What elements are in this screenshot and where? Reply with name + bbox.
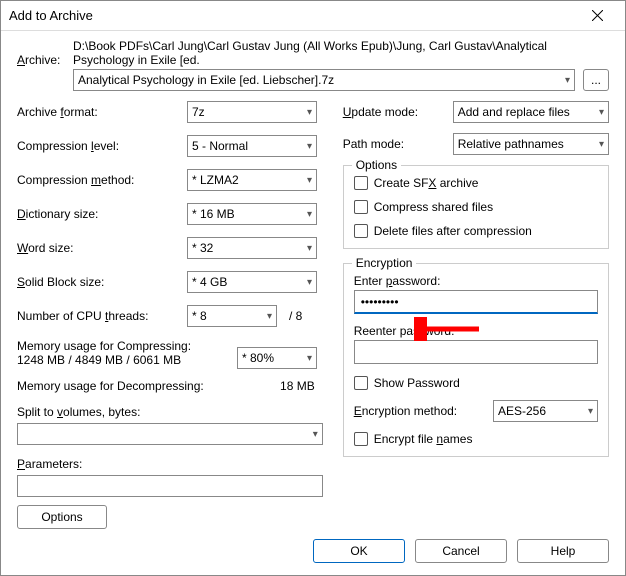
show-password-checkbox[interactable]: Show Password	[354, 376, 598, 390]
chevron-down-icon: ▾	[313, 429, 318, 440]
options-group-title: Options	[352, 158, 401, 172]
format-combo[interactable]: 7z▾	[187, 101, 317, 123]
mem-comp-value: 1248 MB / 4849 MB / 6061 MB	[17, 353, 237, 367]
pathmode-label: Path mode:	[343, 137, 453, 151]
word-label: Word size:	[17, 241, 187, 255]
ok-button[interactable]: OK	[313, 539, 405, 563]
level-combo[interactable]: 5 - Normal▾	[187, 135, 317, 157]
close-button[interactable]	[577, 2, 617, 30]
encrypt-names-checkbox[interactable]: Encrypt file names	[354, 432, 598, 446]
archive-filename-combo[interactable]: Analytical Psychology in Exile [ed. Lieb…	[73, 69, 575, 91]
help-button[interactable]: Help	[517, 539, 609, 563]
chevron-down-icon: ▾	[307, 277, 312, 288]
archive-filename: Analytical Psychology in Exile [ed. Lieb…	[78, 73, 334, 87]
browse-button[interactable]: ...	[583, 69, 609, 91]
dialog-buttons: OK Cancel Help	[313, 539, 609, 563]
mem-decomp-value: 18 MB	[280, 379, 315, 393]
chevron-down-icon: ▾	[599, 139, 604, 150]
archive-path-text: D:\Book PDFs\Carl Jung\Carl Gustav Jung …	[73, 39, 609, 67]
delete-after-checkbox[interactable]: Delete files after compression	[354, 224, 598, 238]
reenter-password-label: Reenter password:	[354, 324, 598, 338]
reenter-password-input[interactable]	[354, 340, 598, 364]
dict-combo[interactable]: * 16 MB▾	[187, 203, 317, 225]
format-label: Archive format:	[17, 105, 187, 119]
enc-method-combo[interactable]: AES-256▾	[493, 400, 598, 422]
chevron-down-icon: ▾	[267, 311, 272, 322]
split-combo[interactable]: ▾	[17, 423, 323, 445]
cancel-button[interactable]: Cancel	[415, 539, 507, 563]
checkbox-icon	[354, 176, 368, 190]
threads-combo[interactable]: * 8▾	[187, 305, 277, 327]
dialog-content: Archive: D:\Book PDFs\Carl Jung\Carl Gus…	[1, 31, 625, 541]
checkbox-icon	[354, 224, 368, 238]
mem-pct-combo[interactable]: * 80%▾	[237, 347, 317, 369]
enter-password-label: Enter password:	[354, 274, 598, 288]
archive-label: Archive:	[17, 39, 73, 67]
threads-max: / 8	[289, 309, 302, 323]
method-combo[interactable]: * LZMA2▾	[187, 169, 317, 191]
method-label: Compression method:	[17, 173, 187, 187]
password-input[interactable]	[354, 290, 598, 314]
params-input[interactable]	[17, 475, 323, 497]
chevron-down-icon: ▾	[565, 75, 570, 86]
checkbox-icon	[354, 200, 368, 214]
word-combo[interactable]: * 32▾	[187, 237, 317, 259]
chevron-down-icon: ▾	[307, 107, 312, 118]
checkbox-icon	[354, 376, 368, 390]
chevron-down-icon: ▾	[599, 107, 604, 118]
update-combo[interactable]: Add and replace files▾	[453, 101, 609, 123]
encryption-group: Encryption Enter password: Reenter passw…	[343, 263, 609, 457]
titlebar: Add to Archive	[1, 1, 625, 31]
block-label: Solid Block size:	[17, 275, 187, 289]
sfx-checkbox[interactable]: Create SFX archive	[354, 176, 598, 190]
block-combo[interactable]: * 4 GB▾	[187, 271, 317, 293]
chevron-down-icon: ▾	[307, 141, 312, 152]
chevron-down-icon: ▾	[307, 175, 312, 186]
params-label: Parameters:	[17, 457, 323, 471]
update-label: Update mode:	[343, 105, 453, 119]
options-group: Options Create SFX archive Compress shar…	[343, 165, 609, 249]
encryption-group-title: Encryption	[352, 256, 417, 270]
left-column: Archive format: 7z▾ Compression level: 5…	[17, 101, 323, 529]
chevron-down-icon: ▾	[307, 243, 312, 254]
chevron-down-icon: ▾	[307, 353, 312, 364]
options-button[interactable]: Options	[17, 505, 107, 529]
mem-decomp-label: Memory usage for Decompressing:	[17, 379, 204, 393]
dict-label: Dictionary size:	[17, 207, 187, 221]
chevron-down-icon: ▾	[588, 406, 593, 417]
threads-label: Number of CPU threads:	[17, 309, 187, 323]
mem-comp-label: Memory usage for Compressing:	[17, 339, 237, 353]
enc-method-label: Encryption method:	[354, 404, 457, 418]
archive-dialog: Add to Archive Archive: D:\Book PDFs\Car…	[0, 0, 626, 576]
close-icon	[592, 10, 603, 21]
checkbox-icon	[354, 432, 368, 446]
window-title: Add to Archive	[9, 8, 93, 23]
level-label: Compression level:	[17, 139, 187, 153]
shared-checkbox[interactable]: Compress shared files	[354, 200, 598, 214]
split-label: Split to volumes, bytes:	[17, 405, 323, 419]
chevron-down-icon: ▾	[307, 209, 312, 220]
right-column: Update mode: Add and replace files▾ Path…	[343, 101, 609, 529]
pathmode-combo[interactable]: Relative pathnames▾	[453, 133, 609, 155]
